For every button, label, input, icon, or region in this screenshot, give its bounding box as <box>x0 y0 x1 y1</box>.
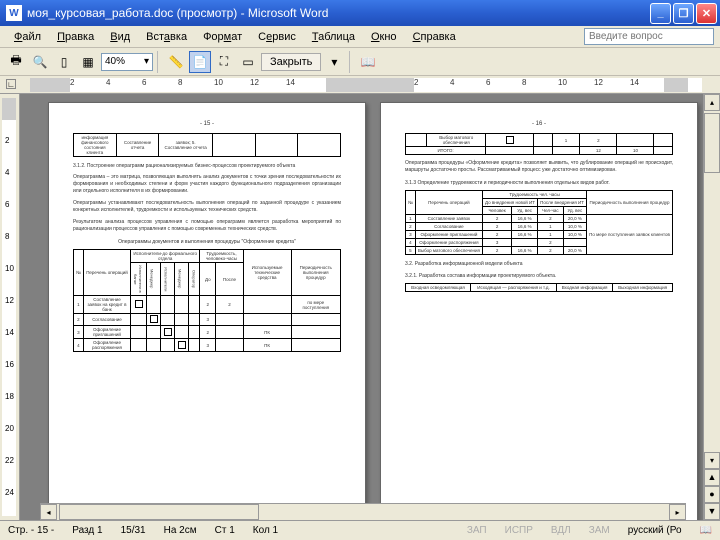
status-line: Ст 1 <box>211 525 239 536</box>
zoom-combo[interactable]: 40%▾ <box>101 53 153 71</box>
status-col: Кол 1 <box>249 525 282 536</box>
status-lang[interactable]: русский (Ро <box>624 525 686 536</box>
status-page-of: 15/31 <box>117 525 150 536</box>
page16-top-table: Выбор матового обеспечения12 ИТОГО:1210 <box>405 133 673 155</box>
menu-tools[interactable]: Сервис <box>250 29 304 45</box>
status-ext[interactable]: ВДЛ <box>547 525 575 536</box>
multi-page-button[interactable]: ▦ <box>77 51 99 73</box>
scroll-right-icon[interactable]: ▸ <box>669 504 686 520</box>
scroll-up-icon[interactable]: ▴ <box>704 94 720 111</box>
vertical-ruler[interactable]: 2 4 6 8 10 12 14 16 18 20 22 24 <box>0 94 20 520</box>
menu-table[interactable]: Таблица <box>304 29 363 45</box>
page-15: - 15 - информация финансового состояния … <box>48 102 366 520</box>
vertical-scrollbar[interactable]: ▴ ▾ ▲ ● ▼ <box>703 94 720 520</box>
view-button[interactable]: ▭ <box>237 51 259 73</box>
next-page-button[interactable]: ▼ <box>704 503 720 520</box>
magnify-button[interactable]: 🔍 <box>29 51 51 73</box>
window-title: моя_курсовая_работа.doc (просмотр) - Mic… <box>27 6 650 20</box>
toolbar-dropdown[interactable]: ▾ <box>323 51 345 73</box>
scroll-left-icon[interactable]: ◂ <box>40 504 57 520</box>
status-rec[interactable]: ЗАП <box>463 525 491 536</box>
horizontal-ruler[interactable]: ∟ 2 4 6 8 10 12 14 2 4 6 8 10 12 14 <box>0 76 720 94</box>
minimize-button[interactable]: _ <box>650 3 671 24</box>
scroll-down-icon[interactable]: ▾ <box>704 452 720 469</box>
menu-window[interactable]: Окно <box>363 29 405 45</box>
status-ovr[interactable]: ЗАМ <box>585 525 614 536</box>
status-bar: Стр. - 15 - Разд 1 15/31 На 2см Ст 1 Кол… <box>0 520 720 540</box>
print-button[interactable]: 🖶 <box>5 51 27 73</box>
prev-page-button[interactable]: ▲ <box>704 469 720 486</box>
one-page-button[interactable]: ▯ <box>53 51 75 73</box>
title-bar: W моя_курсовая_работа.doc (просмотр) - M… <box>0 0 720 26</box>
menu-edit[interactable]: Правка <box>49 29 102 45</box>
close-window-button[interactable]: ✕ <box>696 3 717 24</box>
hscroll-thumb[interactable] <box>59 504 259 520</box>
horizontal-scrollbar[interactable]: ◂ ▸ <box>40 503 686 520</box>
menu-bar: Файл Правка Вид Вставка Формат Сервис Та… <box>0 26 720 48</box>
menu-view[interactable]: Вид <box>102 29 138 45</box>
document-view[interactable]: - 15 - информация финансового состояния … <box>20 94 703 520</box>
app-icon: W <box>6 5 22 21</box>
read-button[interactable]: 📖 <box>357 51 379 73</box>
toolbar: 🖶 🔍 ▯ ▦ 40%▾ 📏 📄 ⛶ ▭ Закрыть ▾ 📖 <box>0 48 720 76</box>
page16-bottom-table: Входная осведомляющая Исходящая — распор… <box>405 283 673 292</box>
page15-main-table: № Перечень операций Исполнители-до форма… <box>73 249 341 352</box>
status-page: Стр. - 15 - <box>4 525 58 536</box>
ask-question-input[interactable] <box>584 28 714 45</box>
menu-format[interactable]: Формат <box>195 29 250 45</box>
spellcheck-icon[interactable]: 📖 <box>696 525 716 536</box>
menu-file[interactable]: Файл <box>6 29 49 45</box>
shrink-button[interactable]: 📄 <box>189 51 211 73</box>
menu-help[interactable]: Справка <box>405 29 464 45</box>
page-16: - 16 - Выбор матового обеспечения12 ИТОГ… <box>380 102 698 520</box>
ruler-button[interactable]: 📏 <box>165 51 187 73</box>
fullscreen-button[interactable]: ⛶ <box>213 51 235 73</box>
page16-main-table: № Перечень операций Трудоемкость чел. ча… <box>405 190 673 255</box>
status-trk[interactable]: ИСПР <box>501 525 537 536</box>
browse-object-button[interactable]: ● <box>704 486 720 503</box>
maximize-button[interactable]: ❐ <box>673 3 694 24</box>
menu-insert[interactable]: Вставка <box>138 29 195 45</box>
page15-top-table: информация финансового состояния клиента… <box>73 133 341 157</box>
vscroll-thumb[interactable] <box>704 113 720 173</box>
status-section: Разд 1 <box>68 525 106 536</box>
status-at: На 2см <box>160 525 201 536</box>
close-preview-button[interactable]: Закрыть <box>261 53 321 71</box>
